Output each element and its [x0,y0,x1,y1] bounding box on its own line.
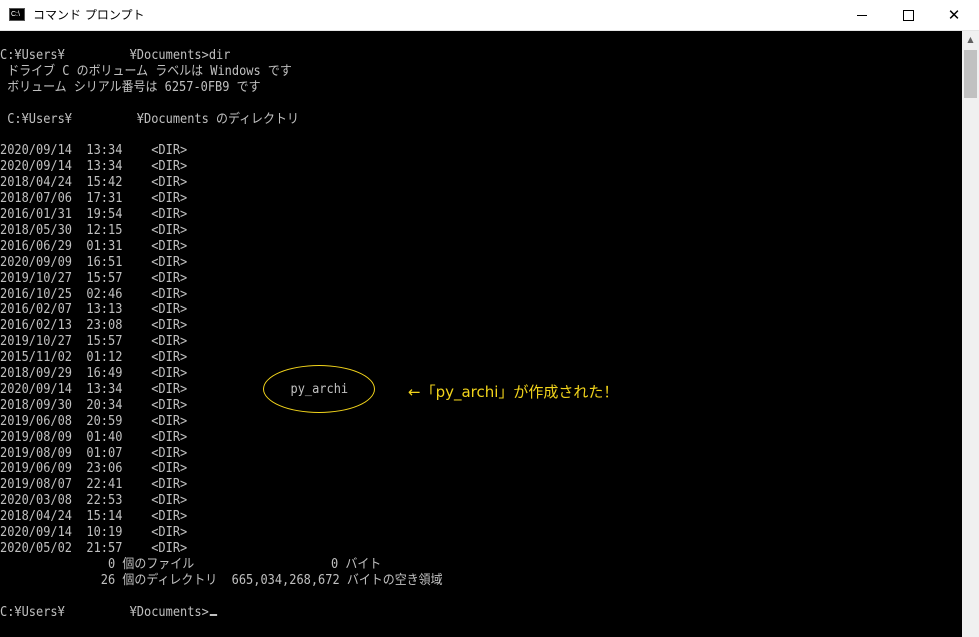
console-line: 26 個のディレクトリ 665,034,268,672 バイトの空き領域 [0,572,443,588]
minimize-icon [857,14,867,16]
console-line: 2016/06/29 01:31 <DIR> [0,238,188,254]
console-line: 2020/09/14 10:19 <DIR> [0,525,188,540]
console-line: C:¥Users¥ ¥Documents のディレクトリ [0,111,299,127]
console-line: 2018/04/24 15:42 <DIR> [0,175,188,191]
console-line: 2019/10/27 15:57 <DIR> [0,270,188,286]
console-line: 2020/05/02 21:57 <DIR> [0,540,188,556]
highlight-ellipse: py_archi [263,365,375,413]
maximize-icon [902,9,914,21]
cmd-app-icon[interactable] [9,8,25,21]
console-line: 2018/07/06 17:31 <DIR> [0,191,188,207]
annotation-note: ←「py_archi」が作成された！ [408,383,619,401]
console-line: 0 個のファイル 0 バイト [0,556,382,572]
console-line: 2019/08/07 22:41 <DIR> [0,477,188,493]
close-icon: ✕ [947,5,961,24]
console-line: ボリューム シリアル番号は 6257-0FB9 です [0,79,261,95]
console-line: 2019/06/08 20:59 <DIR> [0,413,188,429]
console-line: C:¥Users¥ ¥Documents>dir [0,48,231,63]
console-line: 2018/09/30 20:34 <DIR> [0,397,188,413]
console-line: 2016/10/25 02:46 <DIR> [0,286,188,302]
console-line: 2020/09/14 13:34 <DIR> [0,159,188,175]
console-line: 2018/04/24 15:14 <DIR> [0,509,188,525]
console-line: ドライブ C のボリューム ラベルは Windows です [0,63,292,79]
console-line: 2019/06/09 23:06 <DIR> [0,461,188,477]
console-line: 2019/08/09 01:40 <DIR> [0,429,188,445]
console-line: 2019/10/27 15:57 <DIR> [0,334,188,350]
minimize-button[interactable] [839,0,885,30]
console-line: 2018/05/30 12:15 <DIR> [0,222,188,238]
console-output[interactable]: C:¥Users¥ ¥Documents>dir ドライブ C のボリューム ラ… [0,32,962,637]
vertical-scrollbar[interactable]: ▲ [962,31,979,637]
console-line: 2015/11/02 01:12 <DIR> [0,350,188,366]
text-cursor [209,613,218,616]
console-line: 2020/03/08 22:53 <DIR> [0,493,188,509]
console-line: 2016/02/13 23:08 <DIR> [0,318,188,334]
command-prompt-window: コマンド プロンプト ✕ C:¥Users¥ ¥Documents>dir ドラ… [0,0,979,637]
console-line: 2020/09/09 16:51 <DIR> [0,254,188,270]
maximize-button[interactable] [885,0,931,30]
highlighted-directory-name: py_archi [290,381,348,397]
title-bar[interactable]: コマンド プロンプト ✕ [0,0,979,31]
scroll-up-arrow-icon[interactable]: ▲ [962,31,979,48]
console-line: 2019/08/09 01:07 <DIR> [0,445,188,461]
console-line: 2020/09/14 13:34 <DIR> [0,143,188,159]
console-line: C:¥Users¥ ¥Documents> [0,605,218,621]
console-line: 2018/09/29 16:49 <DIR> [0,366,188,381]
console-line: 2020/09/14 13:34 <DIR> [0,381,188,397]
console-line: 2016/02/07 13:13 <DIR> [0,302,188,318]
scrollbar-thumb[interactable] [964,50,977,98]
window-title: コマンド プロンプト [33,8,145,22]
close-button[interactable]: ✕ [931,0,977,30]
console-line: 2016/01/31 19:54 <DIR> [0,207,188,222]
